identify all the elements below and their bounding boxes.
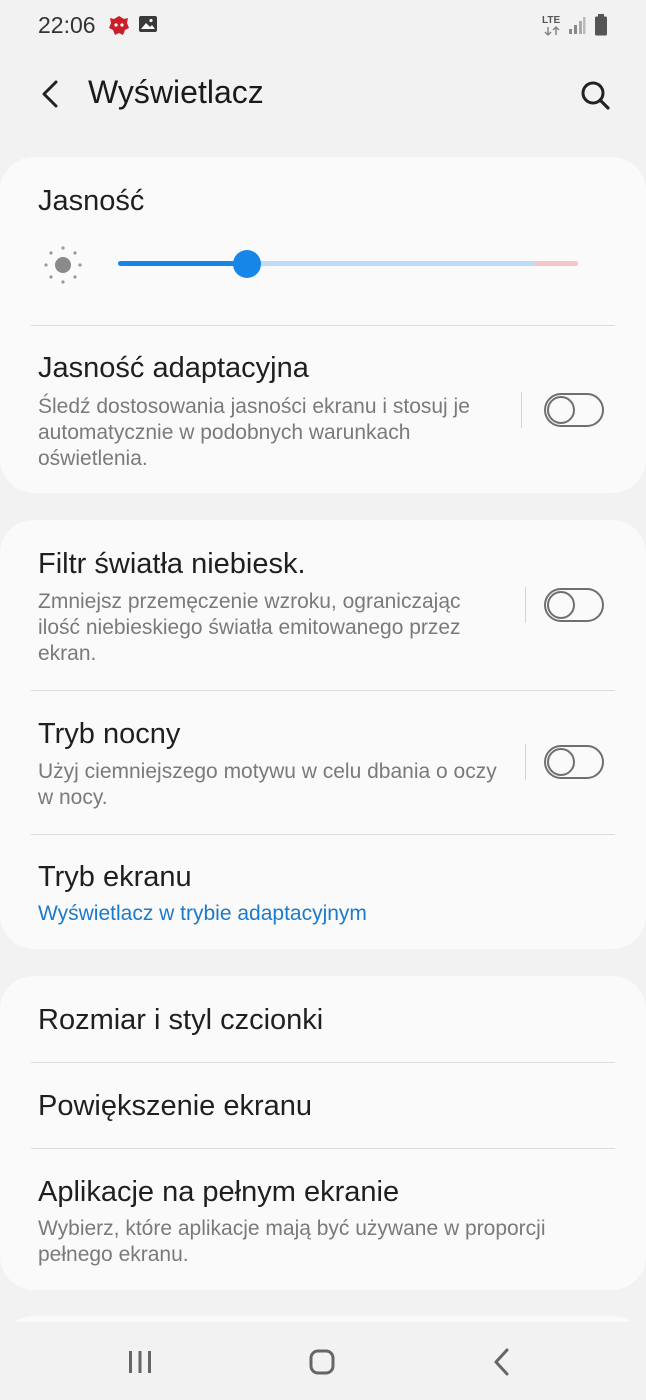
image-icon (138, 14, 158, 39)
lte-icon: LTE (542, 14, 564, 43)
adaptive-brightness-toggle[interactable] (544, 393, 604, 427)
brightness-slider-thumb[interactable] (232, 250, 261, 278)
back-arrow-icon (42, 80, 58, 108)
toggle-separator (525, 587, 526, 623)
screen-zoom-title: Powiększenie ekranu (38, 1090, 313, 1122)
svg-text:LTE: LTE (542, 15, 560, 26)
signal-icon (568, 16, 586, 39)
navigation-bar (0, 1322, 646, 1400)
antutu-icon (108, 14, 130, 43)
night-mode-toggle[interactable] (544, 745, 604, 779)
search-icon (581, 81, 610, 110)
brightness-title: Jasność (38, 185, 145, 217)
page-title: Wyświetlacz (88, 74, 264, 110)
search-button[interactable] (574, 74, 618, 118)
brightness-slider-overheat-zone (534, 261, 578, 266)
nav-back-button[interactable] (480, 1342, 524, 1382)
toggle-knob (547, 748, 575, 776)
battery-icon (594, 14, 608, 41)
toggle-knob (547, 591, 575, 619)
back-icon (494, 1348, 509, 1376)
recents-icon (129, 1351, 151, 1373)
divider (31, 690, 615, 691)
home-icon (309, 1349, 335, 1375)
recents-button[interactable] (118, 1342, 162, 1382)
toggle-knob (547, 396, 575, 424)
app-bar: Wyświetlacz (0, 60, 646, 132)
fullscreen-apps-subtitle: Wybierz, które aplikacje mają być używan… (38, 1217, 546, 1266)
divider (31, 1062, 615, 1063)
blue-light-filter-title: Filtr światła niebiesk. (38, 548, 306, 580)
blue-light-filter-toggle[interactable] (544, 588, 604, 622)
adaptive-brightness-subtitle: Śledź dostosowania jasności ekranu i sto… (38, 395, 470, 470)
toggle-separator (521, 392, 522, 428)
sun-icon (42, 244, 84, 291)
divider (31, 834, 615, 835)
back-button[interactable] (30, 74, 70, 114)
toggle-separator (525, 744, 526, 780)
night-mode-title: Tryb nocny (38, 718, 181, 750)
screen-mode-title: Tryb ekranu (38, 861, 192, 893)
fullscreen-apps-title: Aplikacje na pełnym ekranie (38, 1176, 400, 1208)
font-size-style-title: Rozmiar i styl czcionki (38, 1004, 324, 1036)
status-bar: 22:06 LTE (0, 0, 646, 52)
home-button[interactable] (300, 1342, 344, 1382)
screen-mode-value: Wyświetlacz w trybie adaptacyjnym (38, 902, 367, 925)
night-mode-subtitle: Użyj ciemniejszego motywu w celu dbania … (38, 760, 497, 809)
divider (31, 1148, 615, 1149)
brightness-slider-fill (118, 261, 247, 266)
adaptive-brightness-title: Jasność adaptacyjna (38, 352, 309, 384)
divider (31, 325, 615, 326)
blue-light-filter-subtitle: Zmniejsz przemęczenie wzroku, ograniczaj… (38, 590, 461, 665)
status-time: 22:06 (38, 12, 96, 38)
